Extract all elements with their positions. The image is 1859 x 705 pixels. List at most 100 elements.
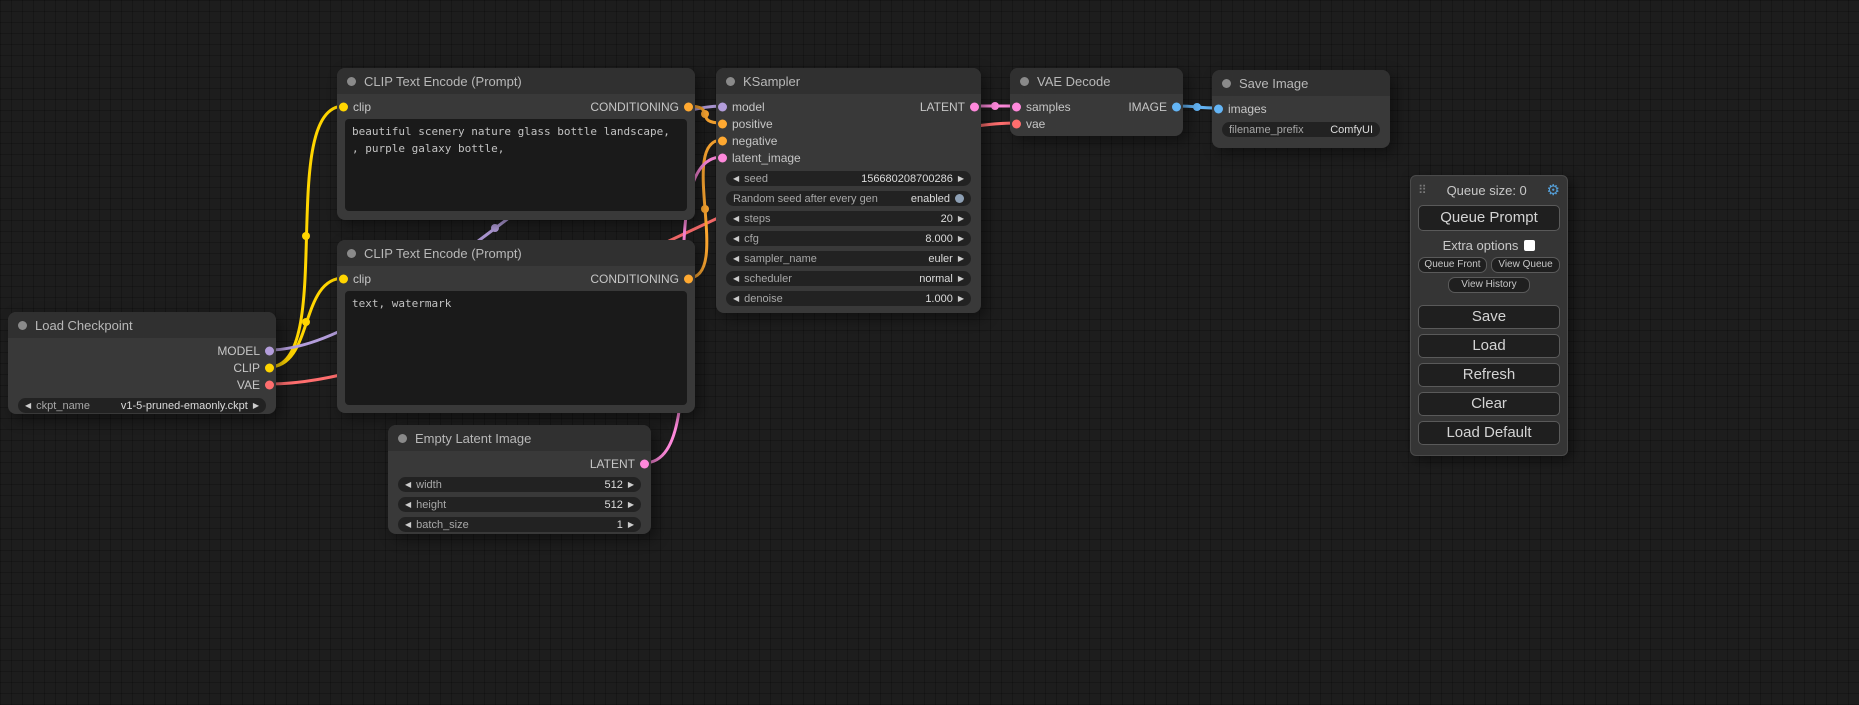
node-title-bar[interactable]: VAE Decode <box>1010 68 1183 94</box>
input-dot-vae[interactable] <box>1012 119 1021 128</box>
node-title-bar[interactable]: Save Image <box>1212 70 1390 96</box>
node-collapse-dot-icon[interactable] <box>347 249 356 258</box>
widget-value: normal <box>919 273 953 285</box>
queue-menu-panel[interactable]: ⠿ Queue size: 0 ⚙ Queue Prompt Extra opt… <box>1410 175 1568 456</box>
node-clip-text-encode-negative[interactable]: CLIP Text Encode (Prompt) clip CONDITION… <box>337 240 695 413</box>
save-button[interactable]: Save <box>1418 305 1560 329</box>
input-dot-positive[interactable] <box>718 119 727 128</box>
decrement-arrow-icon[interactable]: ◀ <box>733 291 739 306</box>
node-collapse-dot-icon[interactable] <box>347 77 356 86</box>
extra-options-checkbox[interactable] <box>1524 240 1535 251</box>
load-default-button[interactable]: Load Default <box>1418 421 1560 445</box>
prev-value-arrow-icon[interactable]: ◀ <box>25 398 31 413</box>
node-title-bar[interactable]: CLIP Text Encode (Prompt) <box>337 68 695 94</box>
decrement-arrow-icon[interactable]: ◀ <box>733 231 739 246</box>
widget-filename-prefix[interactable]: filename_prefix ComfyUI <box>1222 122 1380 137</box>
widget-height[interactable]: ◀ height 512 ▶ <box>398 497 641 512</box>
output-dot-vae[interactable] <box>265 380 274 389</box>
increment-arrow-icon[interactable]: ▶ <box>628 477 634 492</box>
node-collapse-dot-icon[interactable] <box>726 77 735 86</box>
widget-label: filename_prefix <box>1229 124 1304 136</box>
widget-sampler-name[interactable]: ◀ sampler_name euler ▶ <box>726 251 971 266</box>
settings-gear-icon[interactable]: ⚙ <box>1547 181 1560 199</box>
link-midpoint-dot[interactable] <box>701 110 709 118</box>
node-collapse-dot-icon[interactable] <box>398 434 407 443</box>
widget-steps[interactable]: ◀ steps 20 ▶ <box>726 211 971 226</box>
node-clip-text-encode-positive[interactable]: CLIP Text Encode (Prompt) clip CONDITION… <box>337 68 695 220</box>
widget-scheduler[interactable]: ◀ scheduler normal ▶ <box>726 271 971 286</box>
node-collapse-dot-icon[interactable] <box>1020 77 1029 86</box>
decrement-arrow-icon[interactable]: ◀ <box>733 171 739 186</box>
next-value-arrow-icon[interactable]: ▶ <box>253 398 259 413</box>
link-midpoint-dot[interactable] <box>991 102 999 110</box>
positive-prompt-textarea[interactable]: beautiful scenery nature glass bottle la… <box>345 119 687 211</box>
queue-prompt-button[interactable]: Queue Prompt <box>1418 205 1560 231</box>
node-title-bar[interactable]: Empty Latent Image <box>388 425 651 451</box>
clear-button[interactable]: Clear <box>1418 392 1560 416</box>
increment-arrow-icon[interactable]: ▶ <box>958 171 964 186</box>
widget-seed[interactable]: ◀ seed 156680208700286 ▶ <box>726 171 971 186</box>
link-midpoint-dot[interactable] <box>491 224 499 232</box>
link-midpoint-dot[interactable] <box>302 318 310 326</box>
output-dot-latent[interactable] <box>640 459 649 468</box>
widget-cfg[interactable]: ◀ cfg 8.000 ▶ <box>726 231 971 246</box>
input-dot-samples[interactable] <box>1012 102 1021 111</box>
node-load-checkpoint[interactable]: Load Checkpoint MODEL CLIP VAE ◀ ckpt_na… <box>8 312 276 414</box>
increment-arrow-icon[interactable]: ▶ <box>958 211 964 226</box>
input-dot-images[interactable] <box>1214 104 1223 113</box>
output-dot-latent[interactable] <box>970 102 979 111</box>
queue-front-button[interactable]: Queue Front <box>1418 257 1487 273</box>
decrement-arrow-icon[interactable]: ◀ <box>405 477 411 492</box>
input-dot-clip[interactable] <box>339 102 348 111</box>
increment-arrow-icon[interactable]: ▶ <box>958 291 964 306</box>
next-value-arrow-icon[interactable]: ▶ <box>958 251 964 266</box>
output-label: IMAGE <box>1128 100 1167 114</box>
input-dot-negative[interactable] <box>718 136 727 145</box>
node-ksampler[interactable]: KSampler model LATENT positive negative … <box>716 68 981 313</box>
output-dot-image[interactable] <box>1172 102 1181 111</box>
toggle-dot-icon[interactable] <box>955 194 964 203</box>
node-vae-decode[interactable]: VAE Decode samples IMAGE vae <box>1010 68 1183 136</box>
refresh-button[interactable]: Refresh <box>1418 363 1560 387</box>
view-history-button[interactable]: View History <box>1448 277 1529 293</box>
node-collapse-dot-icon[interactable] <box>18 321 27 330</box>
node-title-bar[interactable]: CLIP Text Encode (Prompt) <box>337 240 695 266</box>
next-value-arrow-icon[interactable]: ▶ <box>958 271 964 286</box>
output-dot-conditioning[interactable] <box>684 102 693 111</box>
link-midpoint-dot[interactable] <box>1193 103 1201 111</box>
input-dot-latent-image[interactable] <box>718 153 727 162</box>
link-midpoint-dot[interactable] <box>302 232 310 240</box>
node-title-bar[interactable]: KSampler <box>716 68 981 94</box>
drag-handle-icon[interactable]: ⠿ <box>1418 183 1427 197</box>
node-graph-canvas[interactable]: Load Checkpoint MODEL CLIP VAE ◀ ckpt_na… <box>0 0 1859 705</box>
prev-value-arrow-icon[interactable]: ◀ <box>733 251 739 266</box>
widget-batch-size[interactable]: ◀ batch_size 1 ▶ <box>398 517 641 532</box>
load-button[interactable]: Load <box>1418 334 1560 358</box>
input-dot-model[interactable] <box>718 102 727 111</box>
widget-denoise[interactable]: ◀ denoise 1.000 ▶ <box>726 291 971 306</box>
widget-random-seed-toggle[interactable]: Random seed after every gen enabled <box>726 191 971 206</box>
node-collapse-dot-icon[interactable] <box>1222 79 1231 88</box>
view-queue-button[interactable]: View Queue <box>1491 257 1560 273</box>
widget-ckpt-name[interactable]: ◀ ckpt_name v1-5-pruned-emaonly.ckpt ▶ <box>18 398 266 413</box>
node-title-bar[interactable]: Load Checkpoint <box>8 312 276 338</box>
decrement-arrow-icon[interactable]: ◀ <box>405 517 411 532</box>
node-save-image[interactable]: Save Image images filename_prefix ComfyU… <box>1212 70 1390 148</box>
increment-arrow-icon[interactable]: ▶ <box>628 497 634 512</box>
widget-width[interactable]: ◀ width 512 ▶ <box>398 477 641 492</box>
prev-value-arrow-icon[interactable]: ◀ <box>733 271 739 286</box>
increment-arrow-icon[interactable]: ▶ <box>628 517 634 532</box>
output-dot-model[interactable] <box>265 346 274 355</box>
output-dot-clip[interactable] <box>265 363 274 372</box>
link-midpoint-dot[interactable] <box>701 205 709 213</box>
input-dot-clip[interactable] <box>339 274 348 283</box>
decrement-arrow-icon[interactable]: ◀ <box>733 211 739 226</box>
decrement-arrow-icon[interactable]: ◀ <box>405 497 411 512</box>
output-dot-conditioning[interactable] <box>684 274 693 283</box>
output-slot-clip: CLIP <box>8 359 276 376</box>
negative-prompt-textarea[interactable]: text, watermark <box>345 291 687 405</box>
slot-row: clip CONDITIONING <box>337 98 695 115</box>
node-empty-latent-image[interactable]: Empty Latent Image LATENT ◀ width 512 ▶ … <box>388 425 651 534</box>
widget-value: 512 <box>604 499 622 511</box>
increment-arrow-icon[interactable]: ▶ <box>958 231 964 246</box>
